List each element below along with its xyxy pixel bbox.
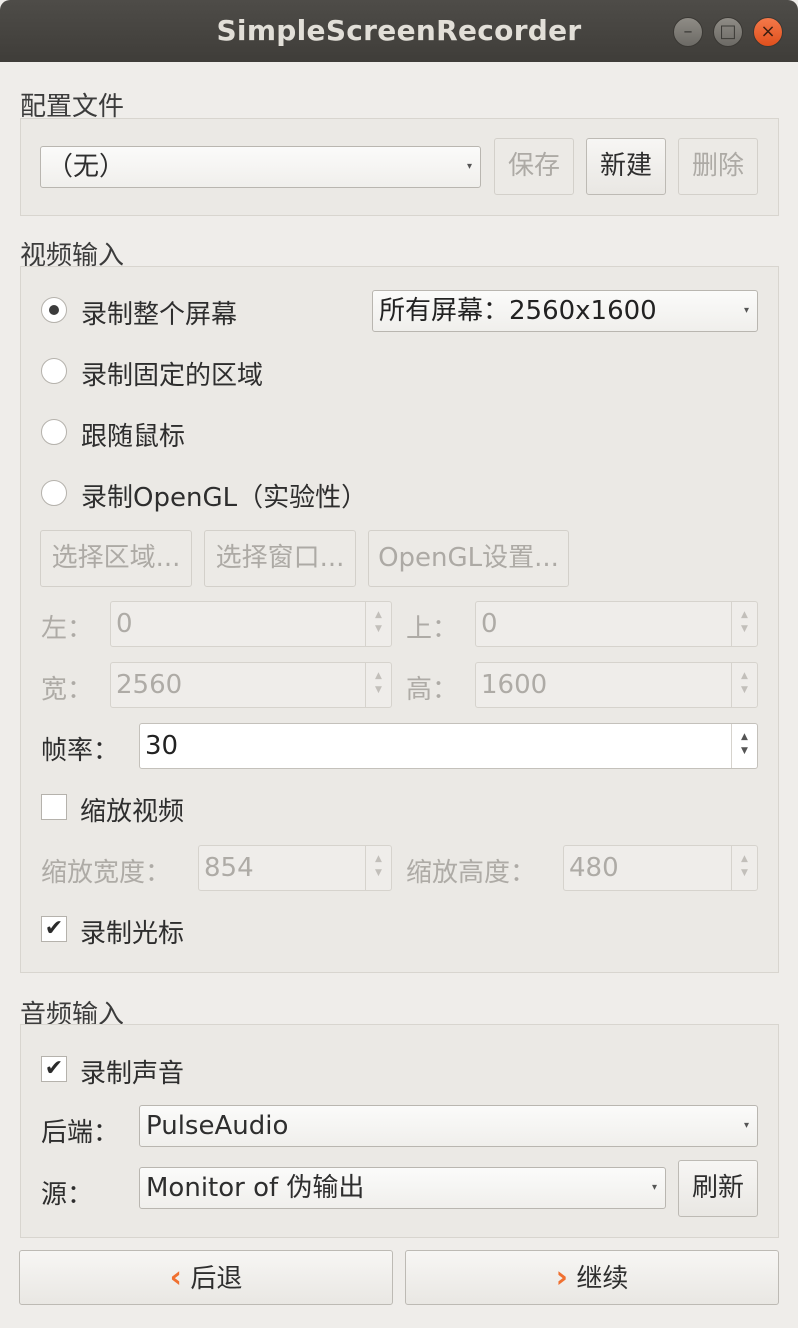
chevron-down-icon: ▾ [466,161,472,172]
spin-arrows-icon[interactable]: ▲ ▼ [731,846,757,890]
scale-video-checkbox[interactable] [41,794,67,820]
radio-record-opengl-label[interactable]: 录制OpenGL（实验性） [81,477,367,514]
chevron-right-icon: › [555,1260,569,1295]
height-value: 1600 [481,670,548,700]
spin-arrows-icon[interactable]: ▲ ▼ [365,846,391,890]
refresh-button[interactable]: 刷新 [678,1160,758,1217]
radio-record-fullscreen[interactable] [41,297,67,323]
screen-select-value: 所有屏幕：2560x1600 [379,296,657,326]
chevron-down-icon: ▾ [651,1182,657,1193]
profile-select[interactable]: （无） ▾ [40,146,481,188]
select-area-button[interactable]: 选择区域... [40,530,192,587]
record-cursor-checkbox[interactable]: ✔ [41,916,67,942]
height-label: 高： [406,675,459,705]
back-button[interactable]: ‹ 后退 [19,1250,393,1305]
select-window-button[interactable]: 选择窗口... [204,530,356,587]
maximize-button[interactable]: □ [713,17,743,47]
spin-arrows-icon[interactable]: ▲ ▼ [731,663,757,707]
radio-record-opengl[interactable] [41,480,67,506]
width-spinbox[interactable]: 2560 ▲ ▼ [110,662,392,708]
record-cursor-label[interactable]: 录制光标 [80,913,184,950]
radio-record-fixed-area[interactable] [41,358,67,384]
fps-label: 帧率： [41,736,120,766]
scale-width-spinbox[interactable]: 854 ▲ ▼ [198,845,392,891]
radio-record-fullscreen-label[interactable]: 录制整个屏幕 [81,294,237,331]
scale-width-label: 缩放宽度： [41,858,172,888]
scale-height-spinbox[interactable]: 480 ▲ ▼ [563,845,758,891]
spin-arrows-icon[interactable]: ▲ ▼ [731,602,757,646]
left-spinbox[interactable]: 0 ▲ ▼ [110,601,392,647]
top-value: 0 [481,609,498,639]
delete-button[interactable]: 删除 [678,138,758,195]
fps-value: 30 [145,731,179,761]
radio-follow-mouse[interactable] [41,419,67,445]
scale-height-value: 480 [569,853,619,883]
spin-arrows-icon[interactable]: ▲ ▼ [365,602,391,646]
height-spinbox[interactable]: 1600 ▲ ▼ [475,662,758,708]
record-audio-label[interactable]: 录制声音 [80,1053,184,1090]
record-audio-checkbox[interactable]: ✔ [41,1056,67,1082]
check-icon: ✔ [44,916,64,941]
continue-button[interactable]: › 继续 [405,1250,779,1305]
left-label: 左： [41,614,94,644]
spin-arrows-icon[interactable]: ▲ ▼ [365,663,391,707]
minimize-icon: – [683,21,693,42]
scale-video-label[interactable]: 缩放视频 [80,791,184,828]
back-button-label: 后退 [190,1264,243,1294]
source-select-value: Monitor of 伪输出 [146,1173,365,1203]
minimize-button[interactable]: – [673,17,703,47]
backend-label: 后端： [41,1118,120,1148]
scale-height-label: 缩放高度： [406,858,537,888]
screen-select[interactable]: 所有屏幕：2560x1600 ▾ [372,290,758,332]
chevron-left-icon: ‹ [169,1260,183,1295]
width-value: 2560 [116,670,183,700]
source-label: 源： [41,1180,94,1210]
window-body: 配置文件 （无） ▾ 保存 新建 删除 视频输入 录制整个屏幕 所有屏幕：256… [0,62,798,1328]
spin-arrows-icon[interactable]: ▲ ▼ [731,724,757,768]
top-spinbox[interactable]: 0 ▲ ▼ [475,601,758,647]
maximize-icon: □ [719,21,737,42]
width-label: 宽： [41,675,94,705]
backend-select-value: PulseAudio [146,1111,289,1141]
backend-select[interactable]: PulseAudio ▾ [139,1105,758,1147]
profile-select-value: （无） [47,152,126,182]
save-button[interactable]: 保存 [494,138,574,195]
scale-width-value: 854 [204,853,254,883]
new-button[interactable]: 新建 [586,138,666,195]
title-bar[interactable]: SimpleScreenRecorder – □ × [0,0,798,62]
top-label: 上： [406,614,459,644]
close-button[interactable]: × [753,17,783,47]
chevron-down-icon: ▾ [743,1120,749,1131]
radio-record-fixed-area-label[interactable]: 录制固定的区域 [81,355,263,392]
chevron-down-icon: ▾ [743,305,749,316]
continue-button-label: 继续 [576,1264,629,1294]
left-value: 0 [116,609,133,639]
check-icon: ✔ [44,1056,64,1081]
fps-spinbox[interactable]: 30 ▲ ▼ [139,723,758,769]
opengl-settings-button[interactable]: OpenGL设置... [368,530,569,587]
close-icon: × [760,21,776,42]
radio-follow-mouse-label[interactable]: 跟随鼠标 [81,416,185,453]
source-select[interactable]: Monitor of 伪输出 ▾ [139,1167,666,1209]
